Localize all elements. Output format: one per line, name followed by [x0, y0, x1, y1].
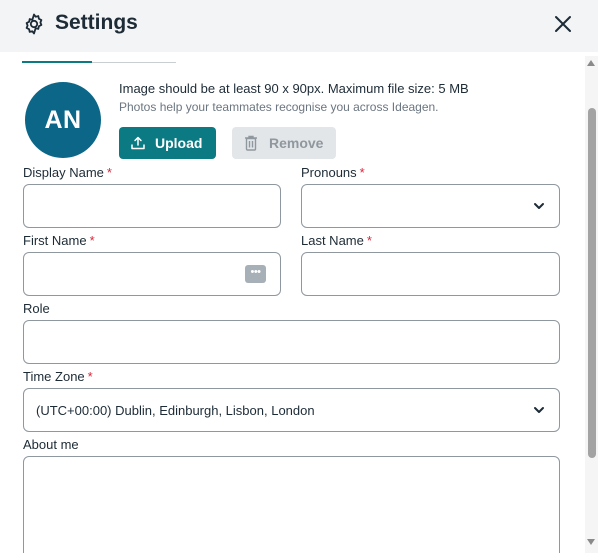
chevron-down-icon [534, 407, 544, 413]
role-label: Role [23, 301, 50, 316]
settings-header: Settings [0, 0, 598, 52]
first-name-label: First Name * [23, 233, 95, 248]
upload-button-label: Upload [155, 135, 203, 151]
scrollbar-thumb[interactable] [588, 108, 596, 458]
remove-button[interactable]: Remove [232, 127, 336, 159]
first-name-field[interactable]: ••• [23, 252, 281, 296]
pronouns-label: Pronouns * [301, 165, 365, 180]
last-name-field[interactable] [301, 252, 560, 296]
active-tab-indicator [22, 61, 92, 63]
time-zone-value: (UTC+00:00) Dublin, Edinburgh, Lisbon, L… [36, 402, 315, 418]
photo-help-text: Photos help your teammates recognise you… [119, 100, 439, 114]
last-name-input[interactable] [302, 253, 559, 295]
photo-requirements-text: Image should be at least 90 x 90px. Maxi… [119, 81, 469, 96]
role-input[interactable] [24, 321, 559, 363]
about-me-label: About me [23, 437, 79, 452]
upload-button[interactable]: Upload [119, 127, 216, 159]
time-zone-label: Time Zone * [23, 369, 93, 384]
chevron-down-icon [534, 203, 544, 209]
about-me-textarea[interactable] [24, 457, 559, 553]
about-me-field[interactable] [23, 456, 560, 553]
role-field[interactable] [23, 320, 560, 364]
upload-icon [131, 136, 145, 150]
scroll-down-arrow[interactable] [587, 539, 595, 545]
scroll-up-arrow[interactable] [587, 60, 595, 66]
page-title: Settings [55, 11, 138, 34]
display-name-label: Display Name * [23, 165, 112, 180]
gear-icon [25, 13, 43, 35]
more-dots-icon[interactable]: ••• [245, 265, 266, 283]
pronouns-select[interactable] [301, 184, 560, 228]
remove-button-label: Remove [269, 135, 324, 151]
avatar: AN [25, 82, 101, 158]
display-name-input[interactable] [24, 185, 280, 227]
first-name-input[interactable] [24, 253, 280, 295]
trash-icon [245, 135, 257, 151]
tab-divider [92, 62, 176, 63]
close-icon[interactable] [552, 13, 574, 35]
display-name-field[interactable] [23, 184, 281, 228]
time-zone-select[interactable]: (UTC+00:00) Dublin, Edinburgh, Lisbon, L… [23, 388, 560, 432]
last-name-label: Last Name * [301, 233, 372, 248]
